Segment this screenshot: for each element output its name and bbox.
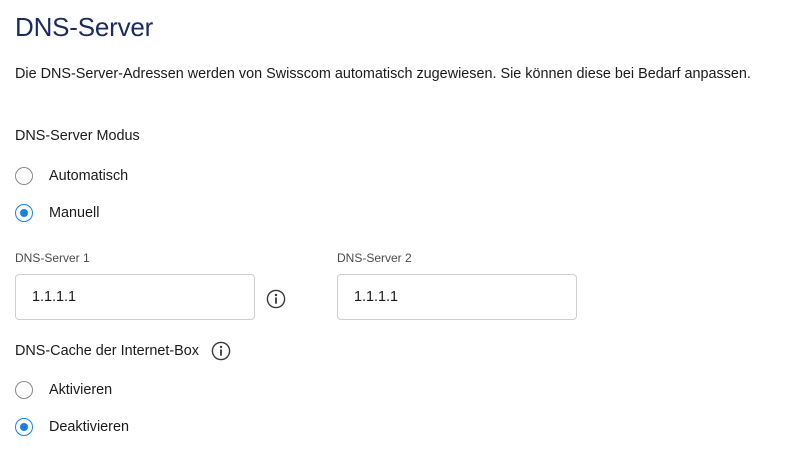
dns-cache-label: DNS-Cache der Internet-Box (15, 343, 199, 359)
dns-cache-enable-label: Aktivieren (49, 382, 113, 398)
dns-cache-header: DNS-Cache der Internet-Box (15, 340, 231, 362)
dns-cache-disable-option[interactable]: Deaktivieren (15, 416, 129, 438)
dns-server-2-input[interactable] (337, 274, 577, 320)
page-title: DNS-Server (15, 12, 154, 42)
dns-mode-automatic-label: Automatisch (49, 168, 129, 184)
info-icon[interactable] (266, 289, 286, 309)
dns-mode-manual-option[interactable]: Manuell (15, 202, 99, 224)
intro-text: Die DNS-Server-Adressen werden von Swiss… (15, 66, 751, 82)
dns-mode-manual-radio[interactable] (15, 204, 33, 222)
dns-cache-enable-radio[interactable] (15, 381, 33, 399)
dns-mode-manual-label: Manuell (49, 205, 100, 221)
dns-cache-disable-label: Deaktivieren (49, 419, 129, 435)
dns-mode-automatic-radio[interactable] (15, 167, 33, 185)
dns-mode-automatic-option[interactable]: Automatisch (15, 165, 128, 187)
dns-server-1-label: DNS-Server 1 (15, 251, 90, 265)
info-icon[interactable] (211, 341, 231, 361)
dns-server-2-label: DNS-Server 2 (337, 251, 412, 265)
dns-cache-enable-option[interactable]: Aktivieren (15, 379, 112, 401)
dns-mode-label: DNS-Server Modus (15, 128, 140, 144)
dns-cache-disable-radio[interactable] (15, 418, 33, 436)
dns-server-1-input[interactable] (15, 274, 255, 320)
